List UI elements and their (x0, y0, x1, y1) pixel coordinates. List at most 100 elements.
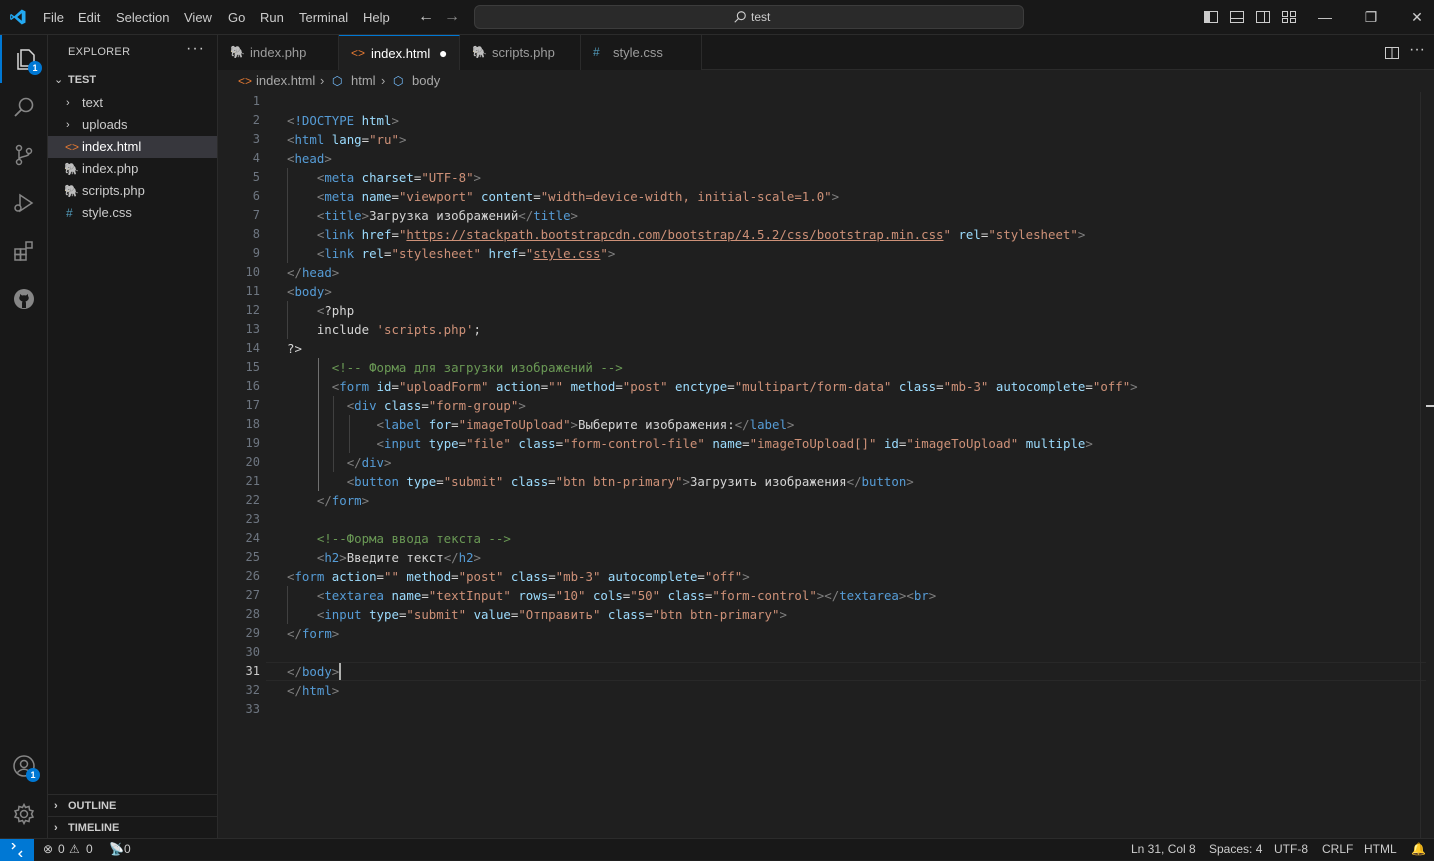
menu-go[interactable]: Go (222, 0, 251, 35)
bell-icon[interactable]: 🔔 (1411, 839, 1426, 861)
element-icon: ⬡ (393, 74, 404, 88)
code-line[interactable]: <!DOCTYPE html> (287, 111, 399, 130)
line-number: 21 (245, 474, 260, 488)
tree-item-uploads[interactable]: › uploads (48, 114, 217, 136)
language-mode[interactable]: HTML (1364, 839, 1397, 861)
minimize-icon[interactable]: — (1302, 0, 1348, 35)
outline-section[interactable]: › OUTLINE (48, 794, 217, 817)
back-arrow-icon[interactable]: ← (418, 8, 434, 26)
line-number: 23 (245, 512, 260, 526)
restore-icon[interactable]: ❐ (1348, 0, 1394, 35)
tree-item-index-php[interactable]: 🐘 index.php (48, 158, 217, 180)
toggle-primary-sidebar-icon[interactable] (1203, 9, 1219, 25)
php-icon: 🐘 (472, 45, 487, 59)
code-line[interactable]: </form> (287, 491, 369, 510)
tab-index-html[interactable]: <> index.html ● (339, 35, 460, 70)
indentation[interactable]: Spaces: 4 (1209, 839, 1262, 861)
code-line[interactable]: </html> (287, 681, 339, 700)
extensions-activity[interactable] (0, 227, 48, 275)
code-line[interactable]: include 'scripts.php'; (287, 320, 481, 339)
ports-count[interactable]: 0 (124, 839, 131, 861)
tree-item-text[interactable]: › text (48, 92, 217, 114)
tab-label: scripts.php (492, 45, 555, 60)
explorer-activity[interactable]: 1 (0, 35, 48, 83)
menu-terminal[interactable]: Terminal (293, 0, 354, 35)
code-line[interactable]: <input type="file" class="form-control-f… (287, 434, 1093, 453)
accounts-activity[interactable]: 1 (0, 742, 48, 790)
code-line[interactable]: </body> (287, 662, 339, 681)
tab-style-css[interactable]: # style.css (581, 35, 702, 70)
toggle-secondary-sidebar-icon[interactable] (1255, 9, 1271, 25)
code-line[interactable]: <div class="form-group"> (287, 396, 526, 415)
code-line[interactable]: <link rel="stylesheet" href="style.css"> (287, 244, 616, 263)
code-line[interactable]: <title>Загрузка изображений</title> (287, 206, 578, 225)
code-line[interactable]: ?> (287, 339, 302, 358)
code-line[interactable]: <button type="submit" class="btn btn-pri… (287, 472, 914, 491)
line-number: 2 (252, 113, 260, 127)
toggle-panel-icon[interactable] (1229, 9, 1245, 25)
unsaved-dot-icon[interactable]: ● (439, 36, 447, 71)
code-line[interactable]: <meta name="viewport" content="width=dev… (287, 187, 839, 206)
breadcrumb-body[interactable]: body (412, 70, 440, 92)
run-debug-activity[interactable] (0, 179, 48, 227)
extensions-icon (14, 241, 33, 261)
run-debug-icon (14, 193, 34, 213)
search-activity[interactable] (0, 83, 48, 131)
split-editor-icon[interactable] (1384, 45, 1400, 61)
timeline-section[interactable]: › TIMELINE (48, 816, 217, 839)
tree-item-style-css[interactable]: # style.css (48, 202, 217, 224)
code-line[interactable]: <?php (287, 301, 354, 320)
code-line[interactable]: </head> (287, 263, 339, 282)
code-line[interactable]: <head> (287, 149, 332, 168)
cursor-position[interactable]: Ln 31, Col 8 (1131, 839, 1196, 861)
more-actions-icon[interactable]: ··· (1409, 41, 1425, 59)
line-number: 8 (252, 227, 260, 241)
code-line[interactable]: <h2>Введите текст</h2> (287, 548, 481, 567)
error-count[interactable]: 0 (58, 839, 65, 861)
code-line[interactable]: <form id="uploadForm" action="" method="… (287, 377, 1138, 396)
editor-scrollbar[interactable] (1420, 92, 1434, 838)
manage-activity[interactable] (0, 790, 48, 838)
code-line[interactable]: <meta charset="UTF-8"> (287, 168, 481, 187)
command-center-search[interactable]: test (474, 5, 1024, 29)
source-control-activity[interactable] (0, 131, 48, 179)
menu-help[interactable]: Help (357, 0, 396, 35)
encoding[interactable]: UTF-8 (1274, 839, 1308, 861)
code-line[interactable]: <!-- Форма для загрузки изображений --> (287, 358, 623, 377)
code-line[interactable]: </div> (287, 453, 392, 472)
workspace-root[interactable]: ⌄ TEST (48, 69, 217, 91)
tab-index-php[interactable]: 🐘 index.php (218, 35, 339, 70)
tab-scripts-php[interactable]: 🐘 scripts.php (460, 35, 581, 70)
code-line[interactable]: <!--Форма ввода текста --> (287, 529, 511, 548)
code-line[interactable]: <form action="" method="post" class="mb-… (287, 567, 750, 586)
chevron-right-icon: › (66, 119, 70, 131)
code-line[interactable]: <html lang="ru"> (287, 130, 406, 149)
line-number: 28 (245, 607, 260, 621)
code-line[interactable]: <link href="https://stackpath.bootstrapc… (287, 225, 1085, 244)
customize-layout-icon[interactable] (1281, 9, 1297, 25)
breadcrumb-file[interactable]: index.html (256, 70, 315, 92)
menu-selection[interactable]: Selection (110, 0, 175, 35)
tree-item-scripts-php[interactable]: 🐘 scripts.php (48, 180, 217, 202)
close-icon[interactable]: ✕ (1394, 0, 1434, 35)
tree-item-index-html[interactable]: <> index.html (48, 136, 217, 158)
github-activity[interactable] (0, 275, 48, 323)
forward-arrow-icon[interactable]: → (444, 8, 460, 26)
remote-button[interactable] (0, 839, 34, 861)
code-line[interactable]: </form> (287, 624, 339, 643)
line-ending[interactable]: CRLF (1322, 839, 1353, 861)
menu-edit[interactable]: Edit (72, 0, 106, 35)
menu-run[interactable]: Run (254, 0, 290, 35)
menu-file[interactable]: File (37, 0, 70, 35)
line-number: 1 (252, 94, 260, 108)
code-line[interactable]: <input type="submit" value="Отправить" c… (287, 605, 787, 624)
code-line[interactable]: <body> (287, 282, 332, 301)
code-line[interactable]: <label for="imageToUpload">Выберите изоб… (287, 415, 795, 434)
warning-count[interactable]: 0 (86, 839, 93, 861)
menu-view[interactable]: View (178, 0, 218, 35)
more-actions-icon[interactable]: ··· (186, 40, 205, 58)
explorer-sidebar: EXPLORER ··· ⌄ TEST › text › uploads <> … (48, 35, 218, 838)
line-number: 30 (245, 645, 260, 659)
code-line[interactable]: <textarea name="textInput" rows="10" col… (287, 586, 936, 605)
breadcrumb-html[interactable]: html (351, 70, 376, 92)
